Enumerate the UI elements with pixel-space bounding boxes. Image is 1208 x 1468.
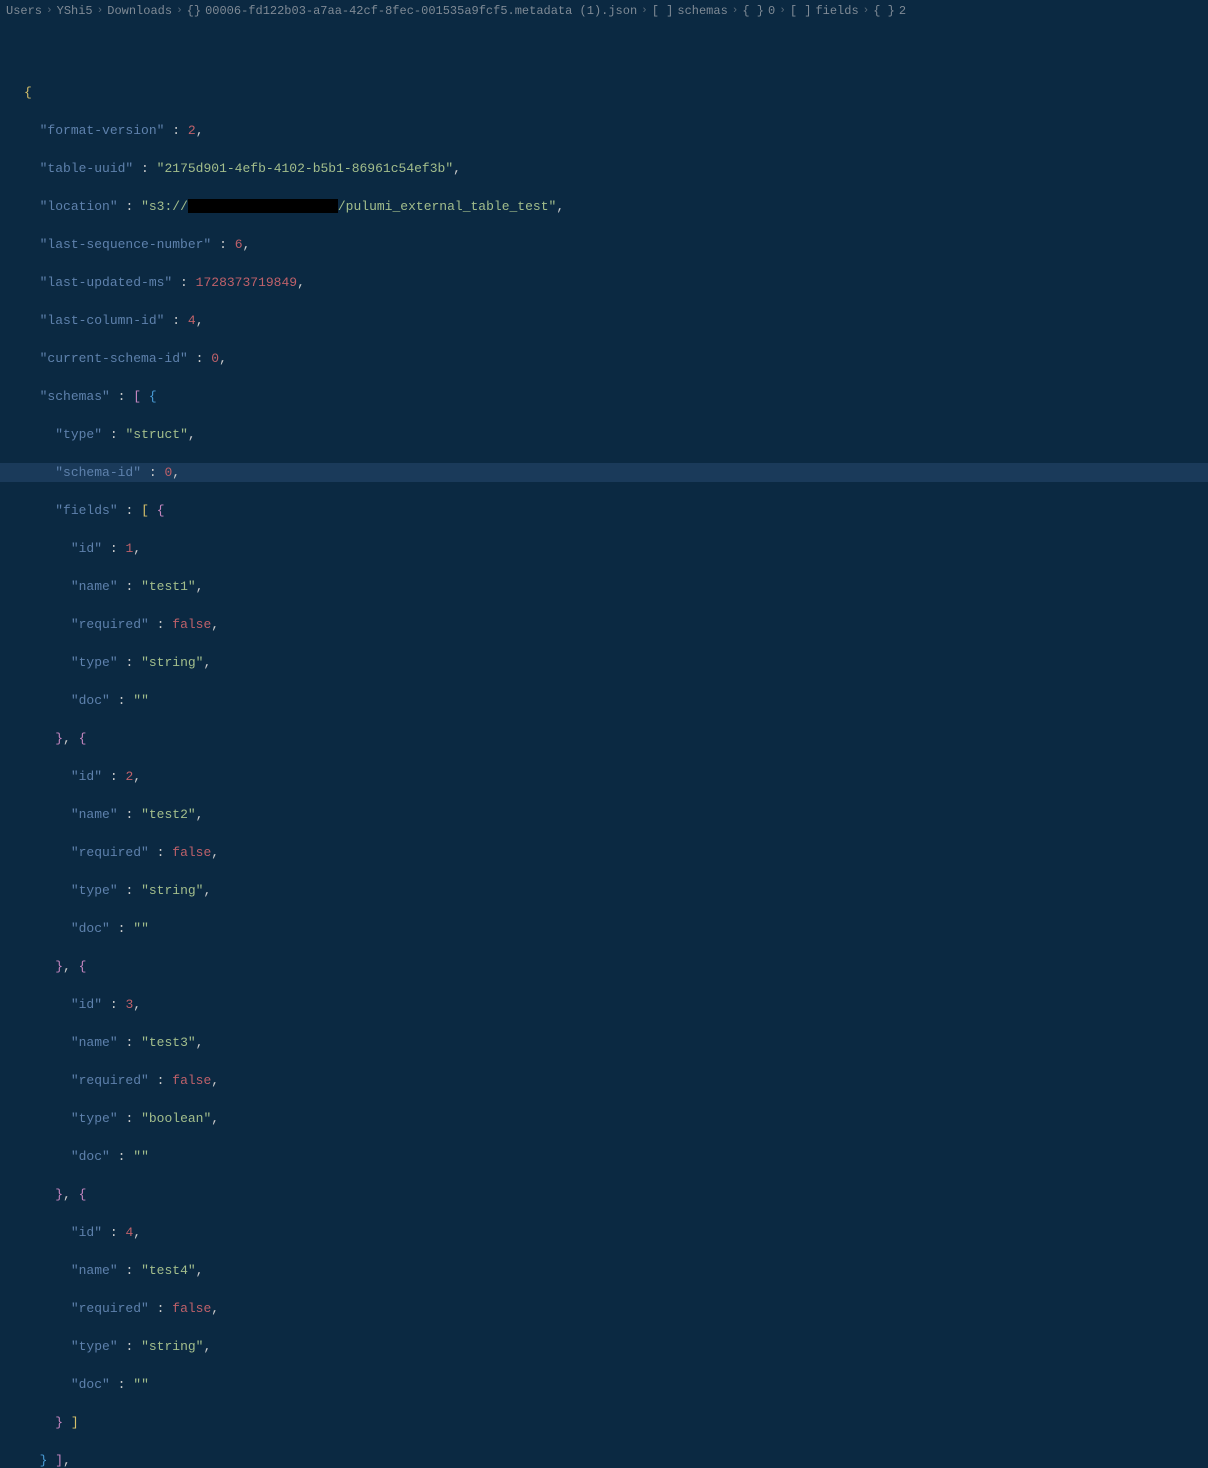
json-key: "name" — [71, 579, 118, 594]
json-value: "string" — [141, 883, 203, 898]
json-value: 0 — [211, 351, 219, 366]
breadcrumb-item[interactable]: YShi5 — [57, 4, 93, 18]
breadcrumb-sep: › — [46, 5, 53, 17]
json-value: false — [172, 1301, 211, 1316]
json-value: /pulumi_external_table_test" — [338, 199, 556, 214]
json-key: "required" — [71, 1301, 149, 1316]
json-key: "doc" — [71, 693, 110, 708]
json-value: "test1" — [141, 579, 196, 594]
json-key: "type" — [55, 427, 102, 442]
json-value: false — [172, 845, 211, 860]
json-value: "" — [133, 1377, 149, 1392]
json-key: "schemas" — [40, 389, 110, 404]
json-key: "required" — [71, 617, 149, 632]
json-value: "" — [133, 921, 149, 936]
json-value: "2175d901-4efb-4102-b5b1-86961c54ef3b" — [157, 161, 453, 176]
json-key: "type" — [71, 1339, 118, 1354]
breadcrumb-sep: › — [97, 5, 104, 17]
json-value: "test3" — [141, 1035, 196, 1050]
json-value: "string" — [141, 1339, 203, 1354]
json-key: "name" — [71, 1035, 118, 1050]
json-key: "name" — [71, 807, 118, 822]
json-value: 4 — [125, 1225, 133, 1240]
json-key: "last-updated-ms" — [40, 275, 173, 290]
json-key: "doc" — [71, 1377, 110, 1392]
object-icon: { } — [873, 4, 895, 18]
json-icon: {} — [187, 4, 201, 18]
array-icon: [ ] — [652, 4, 674, 18]
json-value: "" — [133, 1149, 149, 1164]
json-value: "struct" — [125, 427, 187, 442]
breadcrumb-item[interactable]: Downloads — [107, 4, 172, 18]
json-key: "id" — [71, 1225, 102, 1240]
json-key: "fields" — [55, 503, 117, 518]
redacted-text — [188, 199, 338, 213]
json-value: 1728373719849 — [196, 275, 297, 290]
json-key: "required" — [71, 845, 149, 860]
json-value: 3 — [125, 997, 133, 1012]
json-value: 4 — [188, 313, 196, 328]
code-editor[interactable]: { "format-version" : 2, "table-uuid" : "… — [0, 22, 1208, 1468]
json-key: "last-sequence-number" — [40, 237, 212, 252]
breadcrumb-sep: › — [779, 5, 786, 17]
json-key: "doc" — [71, 921, 110, 936]
breadcrumb-item[interactable]: fields — [815, 4, 858, 18]
json-key: "current-schema-id" — [40, 351, 188, 366]
json-key: "id" — [71, 997, 102, 1012]
json-key: "type" — [71, 1111, 118, 1126]
json-key: "name" — [71, 1263, 118, 1278]
breadcrumb[interactable]: Users › YShi5 › Downloads › {} 00006-fd1… — [0, 0, 1208, 22]
json-value: "s3:// — [141, 199, 188, 214]
json-key: "id" — [71, 769, 102, 784]
json-value: 2 — [188, 123, 196, 138]
breadcrumb-sep: › — [176, 5, 183, 17]
json-value: "string" — [141, 655, 203, 670]
breadcrumb-item[interactable]: 2 — [899, 4, 906, 18]
breadcrumb-item[interactable]: 0 — [768, 4, 775, 18]
json-value: 2 — [125, 769, 133, 784]
breadcrumb-sep: › — [863, 5, 870, 17]
array-icon: [ ] — [790, 4, 812, 18]
breadcrumb-sep: › — [732, 5, 739, 17]
breadcrumb-item[interactable]: schemas — [677, 4, 727, 18]
json-key: "required" — [71, 1073, 149, 1088]
json-key: "schema-id" — [55, 465, 141, 480]
json-key: "doc" — [71, 1149, 110, 1164]
breadcrumb-item[interactable]: 00006-fd122b03-a7aa-42cf-8fec-001535a9fc… — [205, 4, 637, 18]
json-key: "table-uuid" — [40, 161, 134, 176]
json-value: "test2" — [141, 807, 196, 822]
json-key: "format-version" — [40, 123, 165, 138]
json-value: "boolean" — [141, 1111, 211, 1126]
json-key: "id" — [71, 541, 102, 556]
json-key: "location" — [40, 199, 118, 214]
breadcrumb-sep: › — [641, 5, 648, 17]
json-value: false — [172, 1073, 211, 1088]
breadcrumb-item[interactable]: Users — [6, 4, 42, 18]
json-key: "last-column-id" — [40, 313, 165, 328]
json-value: "test4" — [141, 1263, 196, 1278]
json-key: "type" — [71, 883, 118, 898]
json-value: false — [172, 617, 211, 632]
json-key: "type" — [71, 655, 118, 670]
object-icon: { } — [742, 4, 764, 18]
json-value: "" — [133, 693, 149, 708]
json-value: 6 — [235, 237, 243, 252]
